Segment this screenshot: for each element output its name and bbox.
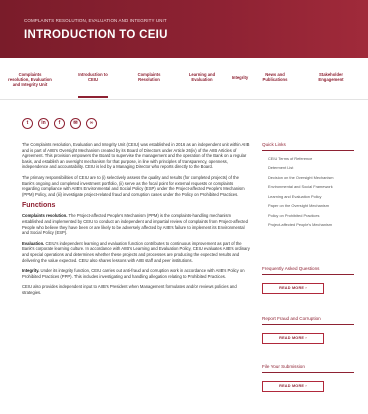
quick-link[interactable]: Decision on the Oversight Mechanism <box>268 175 348 181</box>
integrity-text: Under its integrity function, CEIU carri… <box>22 268 245 279</box>
intro-paragraph: The Complaints resolution, Evaluation an… <box>22 142 250 170</box>
nav-item-complaints-resolution[interactable]: Complaints Resolution <box>132 72 166 82</box>
responsibilities-paragraph: The primary responsibilities of CEIU are… <box>22 174 245 197</box>
faq-read-more-button[interactable]: READ MORE › <box>262 283 324 294</box>
quick-link[interactable]: Project-affected People's Mechanism <box>268 223 348 228</box>
submission-section: File Your Submission READ MORE › <box>262 364 354 392</box>
evaluation-paragraph: Evaluation. CEIU's independent learning … <box>22 241 252 263</box>
banner-kicker: COMPLAINTS RESOLUTION, EVALUATION AND IN… <box>24 18 167 23</box>
quick-link[interactable]: Learning and Evaluation Policy <box>268 194 348 200</box>
page-title: INTRODUCTION TO CEIU <box>24 29 168 41</box>
share-icon[interactable]: ∞ <box>86 118 97 129</box>
quick-link[interactable]: Determent List <box>268 166 348 171</box>
section-nav: Complaints resolution, Evaluation and In… <box>0 58 368 100</box>
nav-item-learning-evaluation[interactable]: Learning and Evaluation <box>184 72 220 82</box>
nav-item-stakeholder-engagement[interactable]: Stakeholder Engagement <box>310 72 352 82</box>
facebook-icon[interactable]: f <box>54 118 65 129</box>
evaluation-text: CEIU's independent learning and evaluati… <box>22 240 250 263</box>
main-content: The Complaints resolution, Evaluation an… <box>22 142 252 300</box>
nav-item-news-publications[interactable]: News and Publications <box>258 72 292 82</box>
faq-title: Frequently Asked Questions <box>262 266 354 275</box>
fraud-section: Report Fraud and Corruption READ MORE › <box>262 316 354 344</box>
nav-item-ceiu[interactable]: Complaints resolution, Evaluation and In… <box>8 72 52 87</box>
advice-paragraph: CEIU also provides independent input to … <box>22 284 237 295</box>
integrity-paragraph: Integrity. Under its integrity function,… <box>22 268 252 279</box>
evaluation-lead: Evaluation. <box>22 240 45 246</box>
complaints-lead: Complaints resolution. <box>22 213 68 219</box>
quick-links-list: CEIU Terms of Reference Determent List D… <box>262 151 354 239</box>
page-banner: COMPLAINTS RESOLUTION, EVALUATION AND IN… <box>0 0 368 58</box>
complaints-paragraph: Complaints resolution. The Project-affec… <box>22 213 252 235</box>
quick-link[interactable]: Environmental and Social Framework <box>268 185 348 190</box>
functions-heading: Functions <box>22 202 56 210</box>
linkedin-icon[interactable]: in <box>38 118 49 129</box>
email-icon[interactable]: ✉ <box>70 118 81 129</box>
submission-title: File Your Submission <box>262 364 354 373</box>
twitter-icon[interactable]: t <box>22 118 33 129</box>
fraud-read-more-button[interactable]: READ MORE › <box>262 333 324 344</box>
quick-link[interactable]: Policy on Prohibited Practices <box>268 213 348 219</box>
quick-link[interactable]: CEIU Terms of Reference <box>268 156 348 162</box>
integrity-lead: Integrity. <box>22 268 40 274</box>
quick-links-section: Quick Links CEIU Terms of Reference Dete… <box>262 142 354 239</box>
fraud-title: Report Fraud and Corruption <box>262 316 354 325</box>
nav-item-introduction[interactable]: Introduction to CEIU <box>78 72 108 98</box>
quick-link[interactable]: Paper on the Oversight Mechanism <box>268 204 348 209</box>
submission-read-more-button[interactable]: READ MORE › <box>262 381 324 392</box>
quick-links-title: Quick Links <box>262 142 354 151</box>
faq-section: Frequently Asked Questions READ MORE › <box>262 266 354 294</box>
nav-item-integrity[interactable]: Integrity <box>228 75 252 80</box>
